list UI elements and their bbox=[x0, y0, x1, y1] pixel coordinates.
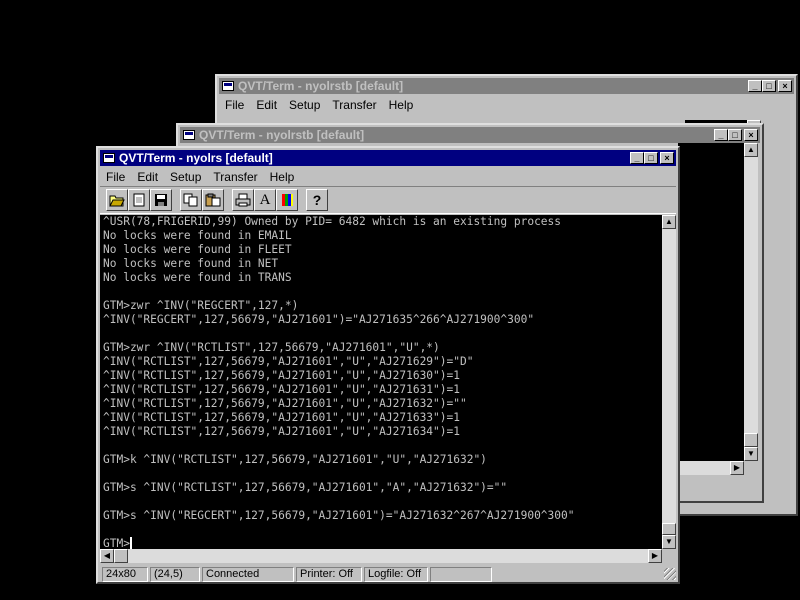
status-extra bbox=[430, 566, 492, 582]
terminal-line: ^INV("RCTLIST",127,56679,"AJ271601","U",… bbox=[103, 397, 467, 410]
status-bar: 24x80 (24,5) Connected Printer: Off Logf… bbox=[100, 565, 676, 583]
scroll-up-arrow-icon[interactable]: ▲ bbox=[744, 143, 758, 157]
minimize-button[interactable]: _ bbox=[714, 129, 728, 141]
terminal-line: No locks were found in EMAIL bbox=[103, 229, 292, 242]
menu-transfer[interactable]: Transfer bbox=[326, 98, 382, 112]
resize-grip[interactable] bbox=[664, 568, 676, 580]
app-icon bbox=[222, 81, 234, 91]
menu-help[interactable]: Help bbox=[383, 98, 420, 112]
menu-edit[interactable]: Edit bbox=[131, 170, 164, 184]
terminal-line: ^INV("RCTLIST",127,56679,"AJ271601","U",… bbox=[103, 425, 460, 438]
status-logfile: Logfile: Off bbox=[364, 566, 428, 582]
menu-file[interactable]: File bbox=[100, 170, 131, 184]
scroll-right-arrow-icon[interactable]: ▶ bbox=[648, 549, 662, 563]
menu-setup[interactable]: Setup bbox=[283, 98, 326, 112]
print-icon[interactable] bbox=[232, 189, 254, 211]
front-terminal[interactable]: ^USR(78,FRIGERID,99) Owned by PID= 6482 … bbox=[100, 215, 662, 549]
scroll-thumb[interactable] bbox=[744, 433, 758, 447]
new-file-icon[interactable] bbox=[128, 189, 150, 211]
scroll-thumb[interactable] bbox=[662, 523, 676, 535]
save-disk-icon[interactable] bbox=[150, 189, 172, 211]
scroll-down-arrow-icon[interactable]: ▼ bbox=[744, 447, 758, 461]
terminal-line: ^INV("RCTLIST",127,56679,"AJ271601","U",… bbox=[103, 411, 460, 424]
close-button[interactable]: × bbox=[660, 152, 674, 164]
scroll-right-arrow-icon[interactable]: ▶ bbox=[730, 461, 744, 475]
front-vertical-scrollbar[interactable]: ▲ ▼ bbox=[662, 215, 676, 549]
status-connection: Connected bbox=[202, 566, 294, 582]
front-window-titlebar[interactable]: QVT/Term - nyolrs [default] _ □ × bbox=[100, 150, 676, 166]
minimize-button[interactable]: _ bbox=[630, 152, 644, 164]
maximize-button[interactable]: □ bbox=[728, 129, 742, 141]
front-toolbar: A ? bbox=[100, 186, 676, 214]
app-icon bbox=[183, 130, 195, 140]
middle-window-titlebar[interactable]: QVT/Term - nyolrstb [default] _ □ × bbox=[180, 127, 760, 143]
scroll-down-arrow-icon[interactable]: ▼ bbox=[662, 535, 676, 549]
terminal-line: GTM>s ^INV("REGCERT",127,56679,"AJ271601… bbox=[103, 509, 575, 522]
front-window[interactable]: QVT/Term - nyolrs [default] _ □ × File E… bbox=[96, 146, 680, 584]
scroll-up-arrow-icon[interactable]: ▲ bbox=[662, 215, 676, 229]
app-icon bbox=[103, 153, 115, 163]
terminal-line: ^INV("RCTLIST",127,56679,"AJ271601","U",… bbox=[103, 355, 474, 368]
scroll-left-arrow-icon[interactable]: ◀ bbox=[100, 549, 114, 563]
menu-file[interactable]: File bbox=[219, 98, 250, 112]
front-menubar: File Edit Setup Transfer Help bbox=[100, 168, 676, 185]
terminal-line: No locks were found in TRANS bbox=[103, 271, 292, 284]
front-horizontal-scrollbar[interactable]: ◀ ▶ bbox=[100, 549, 662, 563]
menu-setup[interactable]: Setup bbox=[164, 170, 207, 184]
close-button[interactable]: × bbox=[778, 80, 792, 92]
menu-help[interactable]: Help bbox=[264, 170, 301, 184]
copy-icon[interactable] bbox=[180, 189, 202, 211]
status-cursor-position: (24,5) bbox=[150, 566, 200, 582]
back-window-titlebar[interactable]: QVT/Term - nyolrstb [default] _ □ × bbox=[219, 78, 794, 94]
terminal-line: GTM>s ^INV("RCTLIST",127,56679,"AJ271601… bbox=[103, 481, 508, 494]
menu-transfer[interactable]: Transfer bbox=[207, 170, 263, 184]
maximize-button[interactable]: □ bbox=[762, 80, 776, 92]
font-icon[interactable]: A bbox=[254, 189, 276, 211]
window-title: QVT/Term - nyolrstb [default] bbox=[199, 128, 365, 142]
terminal-line: No locks were found in FLEET bbox=[103, 243, 292, 256]
help-icon[interactable]: ? bbox=[306, 189, 328, 211]
close-button[interactable]: × bbox=[744, 129, 758, 141]
middle-terminal[interactable] bbox=[678, 143, 744, 461]
color-icon[interactable] bbox=[276, 189, 298, 211]
terminal-line: No locks were found in NET bbox=[103, 257, 279, 270]
menu-edit[interactable]: Edit bbox=[250, 98, 283, 112]
terminal-line: ^INV("RCTLIST",127,56679,"AJ271601","U",… bbox=[103, 383, 460, 396]
open-folder-icon[interactable] bbox=[106, 189, 128, 211]
window-title: QVT/Term - nyolrs [default] bbox=[119, 151, 273, 165]
terminal-line: GTM>zwr ^INV("REGCERT",127,*) bbox=[103, 299, 299, 312]
status-size: 24x80 bbox=[102, 566, 148, 582]
terminal-line: ^INV("REGCERT",127,56679,"AJ271601")="AJ… bbox=[103, 313, 535, 326]
terminal-line: ^INV("RCTLIST",127,56679,"AJ271601","U",… bbox=[103, 369, 460, 382]
scroll-thumb[interactable] bbox=[114, 549, 128, 563]
paste-icon[interactable] bbox=[202, 189, 224, 211]
text-cursor bbox=[129, 537, 132, 549]
terminal-line: ^USR(78,FRIGERID,99) Owned by PID= 6482 … bbox=[103, 215, 562, 228]
back-menubar: File Edit Setup Transfer Help bbox=[219, 96, 794, 113]
terminal-line: GTM>zwr ^INV("RCTLIST",127,56679,"AJ2716… bbox=[103, 341, 440, 354]
terminal-prompt-line: GTM> bbox=[103, 537, 662, 549]
status-printer: Printer: Off bbox=[296, 566, 362, 582]
middle-vertical-scrollbar[interactable]: ▲ ▼ bbox=[744, 143, 758, 461]
minimize-button[interactable]: _ bbox=[748, 80, 762, 92]
terminal-prompt: GTM> bbox=[103, 537, 130, 549]
middle-horizontal-scrollbar[interactable]: ▶ bbox=[678, 461, 744, 475]
maximize-button[interactable]: □ bbox=[644, 152, 658, 164]
window-title: QVT/Term - nyolrstb [default] bbox=[238, 79, 404, 93]
terminal-line: GTM>k ^INV("RCTLIST",127,56679,"AJ271601… bbox=[103, 453, 487, 466]
